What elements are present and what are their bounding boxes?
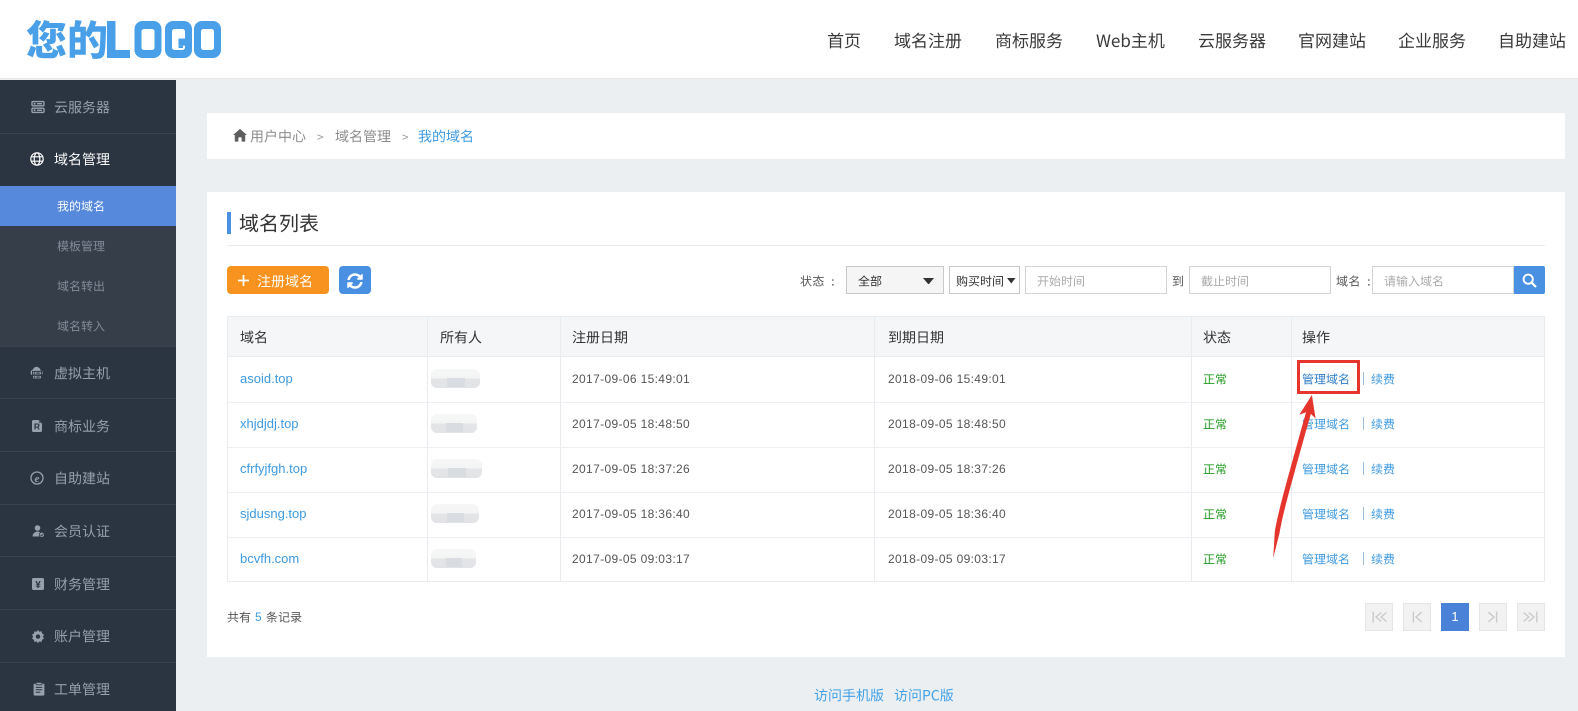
svg-text:e: e (35, 473, 40, 485)
svg-text:¥: ¥ (35, 580, 41, 591)
svg-text:R: R (34, 421, 40, 431)
